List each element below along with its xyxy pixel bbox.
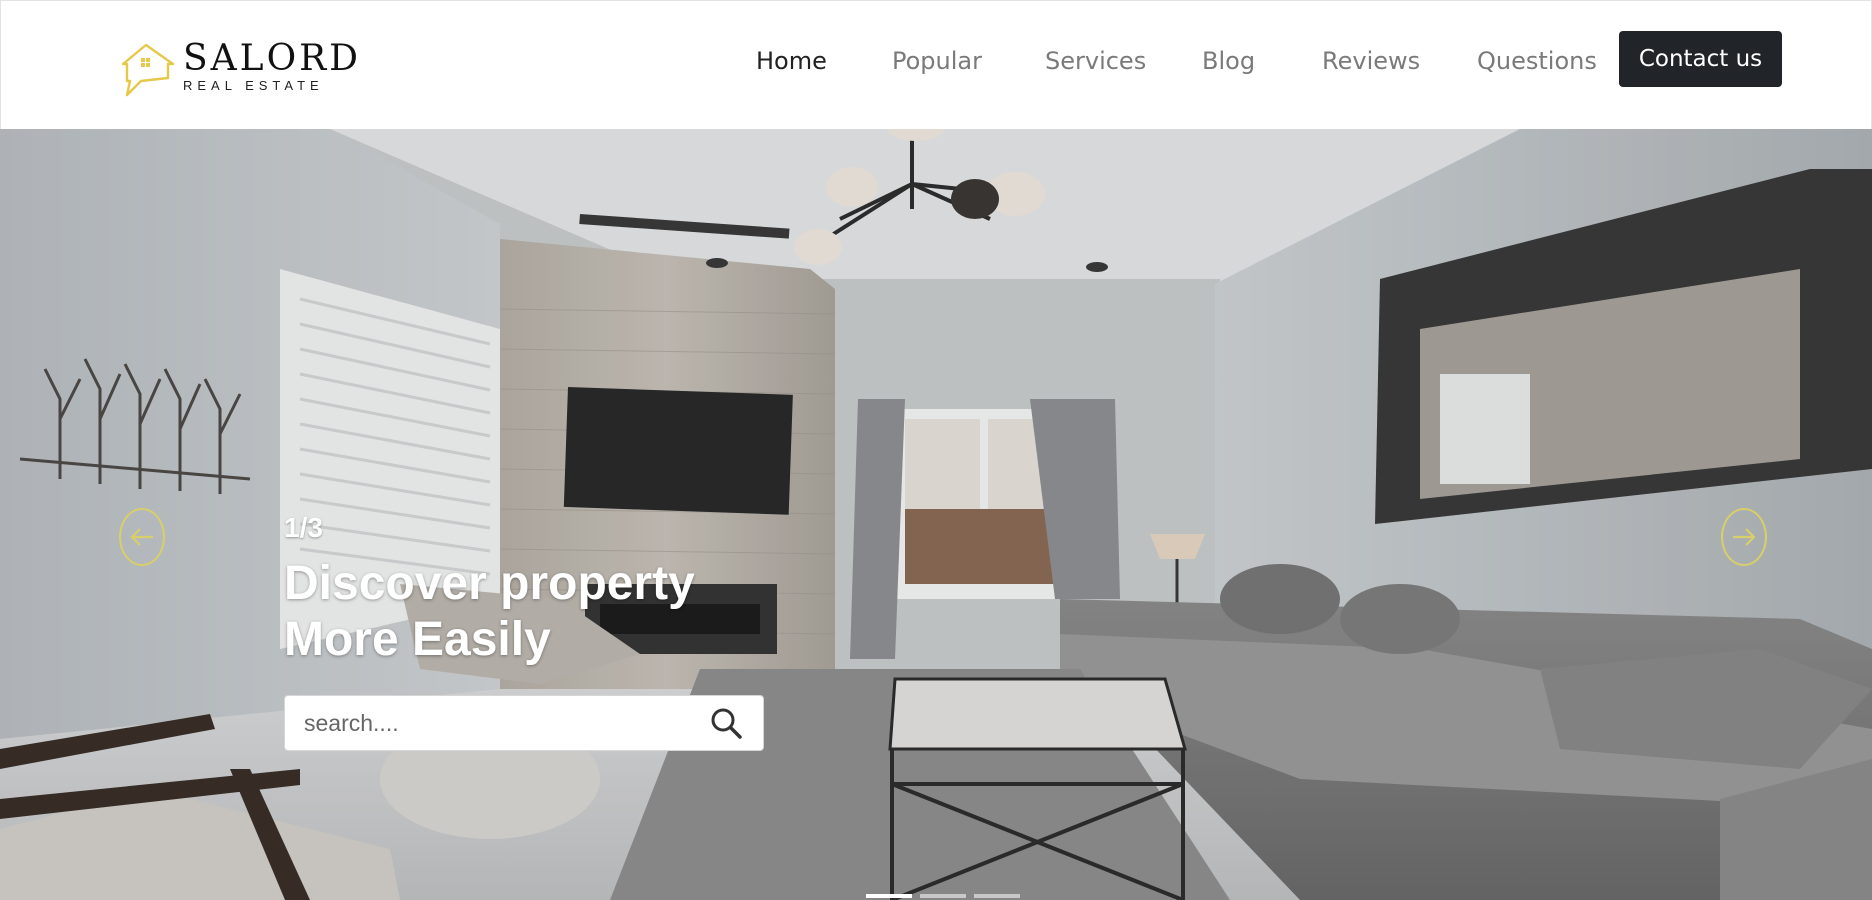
search-bar (284, 695, 764, 751)
nav-reviews[interactable]: Reviews (1322, 47, 1420, 75)
carousel-next-button[interactable] (1721, 508, 1767, 566)
nav-home[interactable]: Home (756, 47, 827, 75)
hero-title-line-2: More Easily (284, 613, 551, 666)
hero-title: Discover property More Easily (284, 556, 804, 668)
carousel-indicators (866, 894, 1020, 898)
hero-background-image (0, 129, 1872, 900)
site-header: SALORD REAL ESTATE Home Popular Services… (0, 0, 1872, 129)
nav-services[interactable]: Services (1045, 47, 1146, 75)
carousel-prev-button[interactable] (119, 508, 165, 566)
main-nav: Home Popular Services Blog Reviews Quest… (1, 1, 1872, 130)
arrow-left-icon (130, 528, 153, 546)
carousel-dot-2[interactable] (920, 894, 966, 898)
carousel-dot-3[interactable] (974, 894, 1020, 898)
search-icon (711, 708, 742, 739)
hero-carousel: 1/3 Discover property More Easily (0, 129, 1872, 900)
search-button[interactable] (689, 696, 763, 750)
carousel-dot-1[interactable] (866, 894, 912, 898)
search-input[interactable] (285, 696, 689, 750)
nav-blog[interactable]: Blog (1202, 47, 1255, 75)
nav-questions[interactable]: Questions (1477, 47, 1597, 75)
nav-popular[interactable]: Popular (892, 47, 982, 75)
arrow-right-icon (1733, 528, 1756, 546)
slide-counter: 1/3 (284, 512, 323, 543)
contact-us-button[interactable]: Contact us (1619, 31, 1782, 87)
hero-title-line-1: Discover property (284, 557, 695, 610)
